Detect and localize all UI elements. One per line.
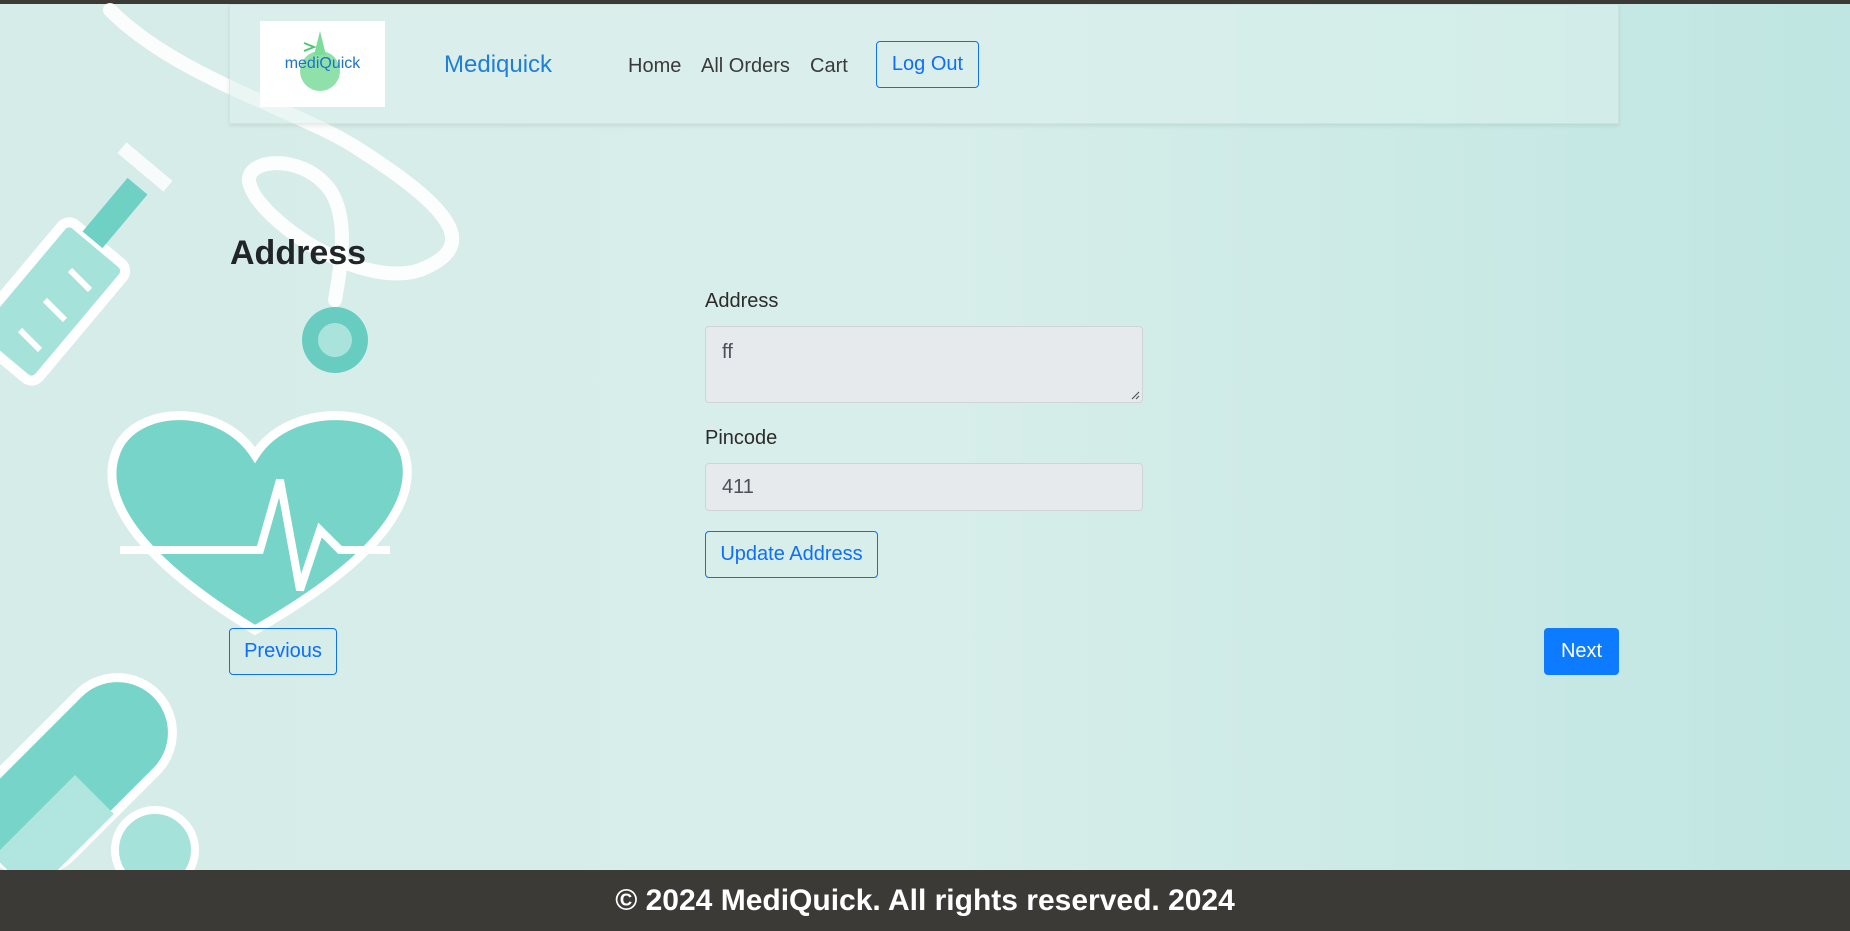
heart-pulse-icon <box>107 411 412 636</box>
pill-icon <box>0 673 199 870</box>
syringe-icon <box>0 142 173 386</box>
address-value: ff <box>722 341 733 363</box>
pincode-value: 411 <box>722 476 754 498</box>
resize-grip-icon[interactable] <box>1130 390 1140 400</box>
pincode-label: Pincode <box>705 427 778 449</box>
nav-home[interactable]: Home <box>628 55 681 78</box>
nav-cart[interactable]: Cart <box>810 55 848 78</box>
next-button[interactable]: Next <box>1544 628 1619 675</box>
address-textarea[interactable]: ff <box>705 326 1143 403</box>
page-title: Address <box>230 234 367 272</box>
medical-background-art <box>0 3 460 870</box>
logo[interactable]: mediQuick <box>260 21 385 107</box>
nav-all-orders[interactable]: All Orders <box>701 55 790 78</box>
navbar: mediQuick Mediquick Home All Orders Cart… <box>229 4 1619 124</box>
logout-button[interactable]: Log Out <box>876 41 979 88</box>
brand-link[interactable]: Mediquick <box>444 51 552 79</box>
pincode-input[interactable]: 411 <box>705 463 1143 511</box>
logo-text: mediQuick <box>284 55 361 72</box>
address-label: Address <box>705 290 779 312</box>
previous-button[interactable]: Previous <box>229 628 337 675</box>
update-address-button[interactable]: Update Address <box>705 531 878 578</box>
footer-text: © 2024 MediQuick. All rights reserved. 2… <box>615 883 1235 917</box>
footer: © 2024 MediQuick. All rights reserved. 2… <box>0 870 1850 931</box>
